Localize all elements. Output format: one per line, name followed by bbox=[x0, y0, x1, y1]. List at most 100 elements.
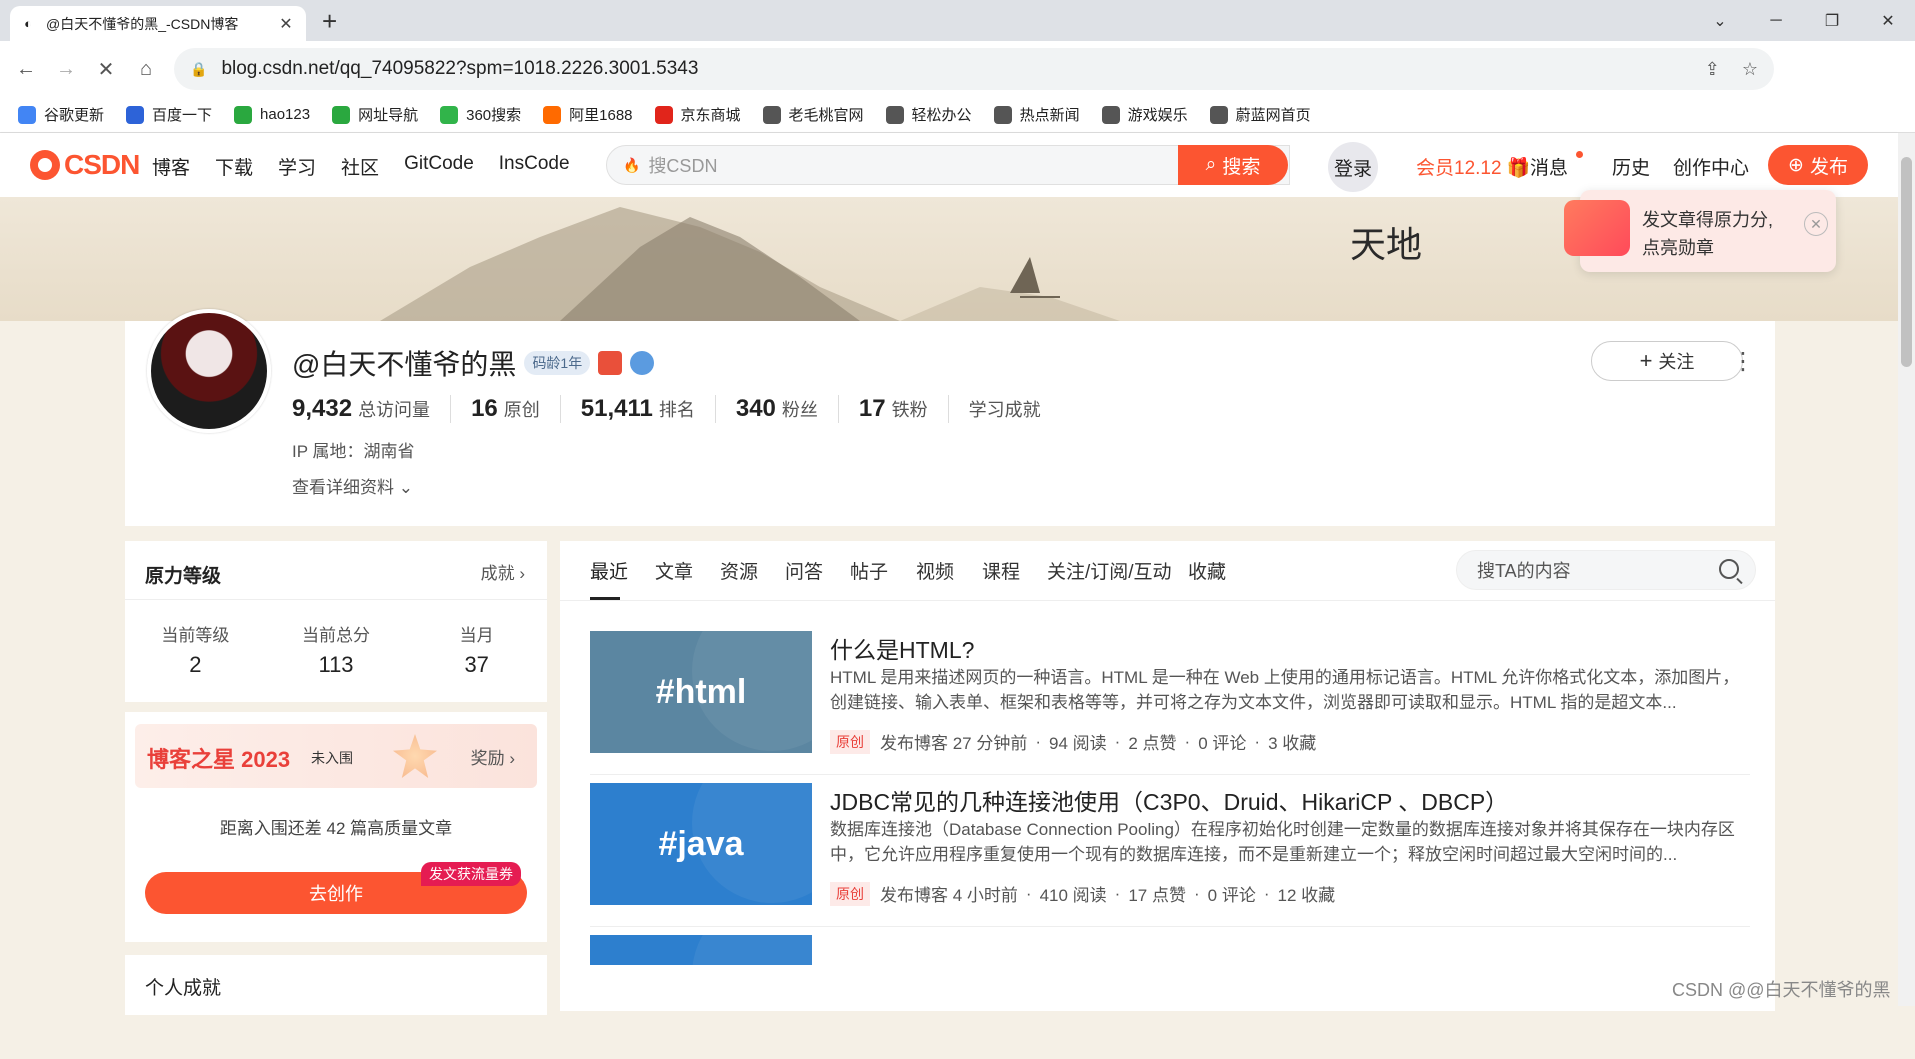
verified-badge-icon[interactable] bbox=[630, 351, 655, 375]
profile-stat[interactable]: 9,432 总访问量 bbox=[292, 395, 452, 423]
bookmark-icon bbox=[543, 105, 562, 124]
reward-link[interactable]: 奖励 › bbox=[471, 744, 515, 769]
content-tab[interactable]: 课程 bbox=[982, 557, 1020, 584]
address-bar[interactable]: 🔒 blog.csdn.net/qq_74095822?spm=1018.222… bbox=[174, 48, 1774, 90]
profile-stat[interactable]: 340 粉丝 bbox=[736, 395, 839, 423]
back-icon[interactable]: ← bbox=[6, 49, 46, 89]
promo-close-icon[interactable]: ✕ bbox=[1804, 212, 1828, 236]
article-description: HTML 是用来描述网页的一种语言。HTML 是一种在 Web 上使用的通用标记… bbox=[830, 668, 1740, 712]
blog-star-card: 博客之星 2023 未入围 奖励 › 距离入围还差 42 篇高质量文章 去创作 … bbox=[125, 712, 547, 942]
profile-stat[interactable]: 16 原创 bbox=[471, 395, 561, 423]
content-tab[interactable]: 视频 bbox=[916, 557, 954, 584]
article-thumbnail[interactable] bbox=[590, 935, 812, 965]
top-nav-item[interactable]: 博客 bbox=[152, 153, 190, 180]
content-tab[interactable]: 关注/订阅/互动 bbox=[1047, 557, 1172, 584]
ip-location: IP 属地：湖南省 bbox=[292, 442, 415, 461]
bookmark-item[interactable]: 轻松办公 bbox=[885, 104, 972, 125]
history-link[interactable]: 历史 bbox=[1612, 153, 1650, 180]
content-tab[interactable]: 收藏 bbox=[1188, 557, 1226, 584]
csdn-logo[interactable]: CSDN bbox=[30, 149, 140, 181]
new-tab-icon[interactable]: + bbox=[322, 8, 337, 34]
medal-icon[interactable] bbox=[598, 351, 623, 375]
content-search-input[interactable]: 搜TA的内容 bbox=[1456, 550, 1756, 590]
article-thumbnail[interactable]: #html bbox=[590, 631, 812, 753]
scrollbar-thumb[interactable] bbox=[1901, 157, 1912, 367]
forward-icon[interactable]: → bbox=[46, 49, 86, 89]
level-stat: 当月 37 bbox=[406, 621, 547, 678]
message-unread-dot bbox=[1576, 151, 1583, 158]
close-window-icon[interactable]: ✕ bbox=[1864, 0, 1912, 41]
lock-icon[interactable]: 🔒 bbox=[190, 61, 207, 78]
profile-stat[interactable]: 51,411 排名 bbox=[581, 395, 716, 423]
original-tag: 原创 bbox=[830, 729, 870, 754]
bookmark-item[interactable]: 老毛桃官网 bbox=[762, 104, 864, 125]
article-title[interactable]: JDBC常见的几种连接池使用（C3P0、Druid、HikariCP 、DBCP… bbox=[830, 783, 1508, 817]
article-item[interactable] bbox=[590, 935, 1750, 1059]
member-link[interactable]: 会员12.12 🎁 bbox=[1416, 153, 1531, 180]
more-options-icon[interactable]: ⋮ bbox=[1731, 341, 1755, 381]
view-details-label: 查看详细资料 bbox=[292, 478, 394, 497]
maximize-icon[interactable]: ❐ bbox=[1808, 0, 1856, 41]
top-nav-item[interactable]: GitCode bbox=[404, 153, 474, 180]
avatar[interactable] bbox=[147, 309, 271, 433]
browser-tab[interactable]: ◐ @白天不懂爷的黑_-CSDN博客 ✕ bbox=[10, 6, 306, 41]
bookmark-item[interactable]: 京东商城 bbox=[654, 104, 741, 125]
search-button[interactable]: ⌕ 搜索 bbox=[1178, 145, 1288, 185]
bookmark-item[interactable]: 热点新闻 bbox=[993, 104, 1080, 125]
bookmark-label: 360搜索 bbox=[466, 107, 522, 124]
bookmark-item[interactable]: 百度一下 bbox=[126, 104, 212, 125]
top-nav-item[interactable]: 下载 bbox=[215, 153, 253, 180]
url-text[interactable]: blog.csdn.net/qq_74095822?spm=1018.2226.… bbox=[221, 58, 698, 80]
bookmark-item[interactable]: 谷歌更新 bbox=[18, 104, 104, 125]
share-icon[interactable]: ⇪ bbox=[1705, 59, 1720, 80]
top-nav-item[interactable]: 社区 bbox=[341, 153, 379, 180]
bookmark-item[interactable]: hao123 bbox=[234, 105, 310, 124]
level-stat-value: 113 bbox=[318, 652, 354, 677]
bookmark-icon bbox=[1209, 105, 1228, 124]
bookmark-item[interactable]: 游戏娱乐 bbox=[1101, 104, 1188, 125]
level-stats: 当前等级 2 当前总分 113 当月 37 bbox=[125, 621, 547, 678]
page-scrollbar[interactable] bbox=[1898, 133, 1915, 1006]
csdn-logo-icon bbox=[30, 150, 60, 180]
content-tab[interactable]: 帖子 bbox=[850, 557, 888, 584]
follow-button[interactable]: + 关注 bbox=[1591, 341, 1743, 381]
login-button[interactable]: 登录 bbox=[1328, 142, 1378, 192]
reload-icon[interactable]: ✕ bbox=[86, 49, 126, 89]
personal-achievement-title: 个人成就 bbox=[145, 978, 222, 999]
learning-achievement-link[interactable]: 学习成就 bbox=[969, 396, 1061, 422]
bookmark-item[interactable]: 阿里1688 bbox=[543, 104, 633, 125]
profile-stat[interactable]: 17 铁粉 bbox=[859, 395, 949, 423]
search-icon[interactable] bbox=[1719, 559, 1739, 579]
bookmark-label: 网址导航 bbox=[358, 107, 419, 124]
content-tab[interactable]: 最近 bbox=[590, 557, 628, 584]
publish-button[interactable]: ⊕ 发布 bbox=[1768, 145, 1868, 185]
code-age-badge: 码龄1年 bbox=[524, 351, 591, 375]
article-thumbnail[interactable]: #java bbox=[590, 783, 812, 905]
messages-link[interactable]: 消息 bbox=[1530, 153, 1568, 180]
bookmark-item[interactable]: 360搜索 bbox=[440, 104, 521, 125]
tab-list-chevron-icon[interactable]: ⌄ bbox=[1696, 0, 1744, 41]
article-item[interactable]: #java JDBC常见的几种连接池使用（C3P0、Druid、HikariCP … bbox=[590, 783, 1750, 907]
bookmark-star-icon[interactable]: ☆ bbox=[1742, 59, 1758, 80]
content-tab[interactable]: 资源 bbox=[720, 557, 758, 584]
content-tab[interactable]: 文章 bbox=[655, 557, 693, 584]
view-details-link[interactable]: 查看详细资料 ⌄ bbox=[292, 473, 413, 498]
top-nav: 博客 下载 学习 社区 GitCode InsCode bbox=[152, 153, 595, 180]
achievement-link[interactable]: 成就 › bbox=[481, 559, 525, 584]
calligraphy-mark: 天地 bbox=[1350, 225, 1422, 266]
home-icon[interactable]: ⌂ bbox=[126, 49, 166, 89]
creator-center-link[interactable]: 创作中心 bbox=[1673, 153, 1749, 180]
minimize-icon[interactable]: ─ bbox=[1752, 0, 1800, 41]
article-item[interactable]: #html 什么是HTML? HTML 是用来描述网页的一种语言。HTML 是一种在… bbox=[590, 631, 1750, 755]
bookmark-label: 轻松办公 bbox=[911, 107, 972, 124]
bookmark-item[interactable]: 蔚蓝网首页 bbox=[1209, 104, 1311, 125]
promo-popup[interactable]: 发文章得原力分, 点亮勋章 ✕ bbox=[1564, 190, 1836, 272]
top-nav-item[interactable]: 学习 bbox=[278, 153, 316, 180]
star-icon bbox=[393, 734, 437, 778]
content-tab[interactable]: 问答 bbox=[785, 557, 823, 584]
article-title[interactable]: 什么是HTML? bbox=[830, 631, 974, 665]
bookmark-item[interactable]: 网址导航 bbox=[332, 104, 418, 125]
close-tab-icon[interactable]: ✕ bbox=[276, 14, 296, 34]
bookmark-label: 京东商城 bbox=[680, 107, 741, 124]
top-nav-item[interactable]: InsCode bbox=[499, 153, 570, 180]
